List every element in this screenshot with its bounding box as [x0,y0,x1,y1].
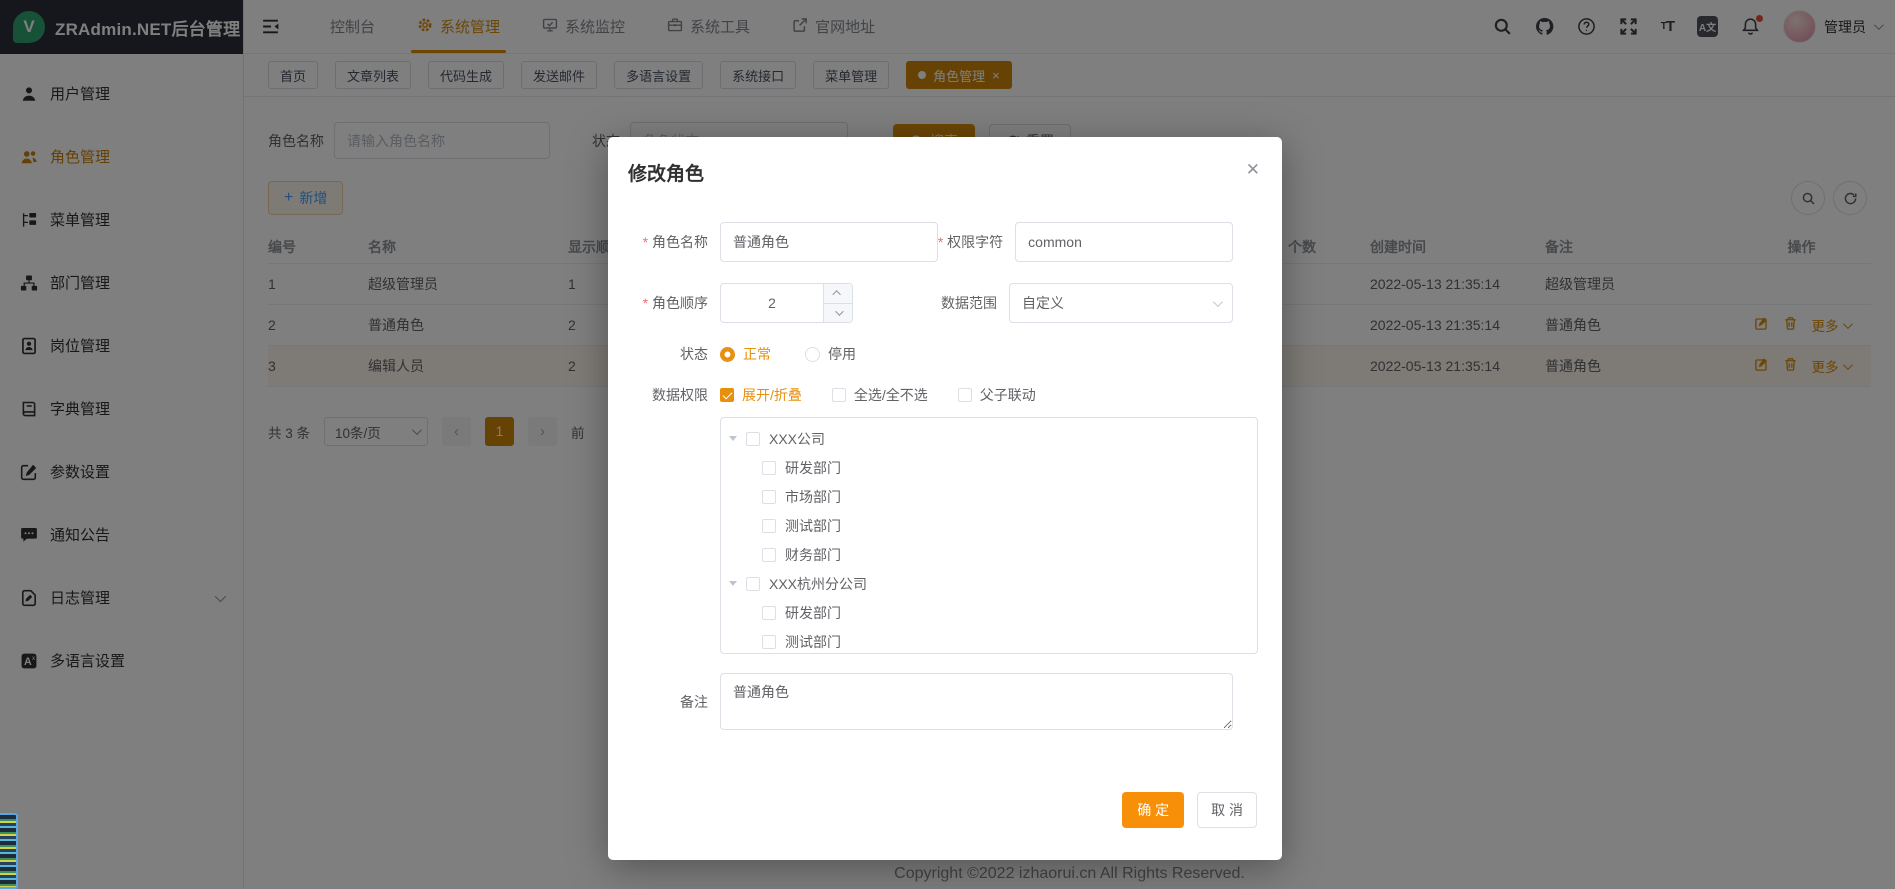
data-perm-field-label: 数据权限 [608,385,720,405]
checkbox-icon [720,388,734,402]
tree-node-parent[interactable]: XXX杭州分公司 [721,569,1257,598]
tree-node-child[interactable]: 财务部门 [721,540,1257,569]
tree-node-label: 市场部门 [785,487,841,507]
tree-node-label: 财务部门 [785,545,841,565]
checkbox-label: 父子联动 [980,385,1036,405]
dialog-footer: 确 定 取 消 [608,792,1282,828]
checkbox-icon[interactable] [762,461,776,475]
remark-field[interactable]: 普通角色 [720,673,1233,730]
perm-checkbox-1[interactable]: 展开/折叠 [720,385,802,405]
perm-checkbox-2[interactable]: 全选/全不选 [832,385,928,405]
role-key-field[interactable] [1015,222,1233,262]
checkbox-icon[interactable] [762,635,776,649]
status-field-label: 状态 [608,344,720,364]
dialog-header: 修改角色 ✕ [608,137,1282,186]
role-name-field[interactable] [720,222,938,262]
tree-node-child[interactable]: 测试部门 [721,511,1257,540]
tree-node-label: XXX杭州分公司 [769,574,867,594]
radio-label: 正常 [743,344,771,364]
checkbox-icon[interactable] [762,519,776,533]
checkbox-icon[interactable] [762,490,776,504]
close-icon[interactable]: ✕ [1246,161,1260,178]
app-root: V ZRAdmin.NET后台管理 用户管理角色管理菜单管理部门管理岗位管理字典… [0,0,1895,889]
role-sort-stepper [720,283,853,323]
dialog-body: 角色名称 权限字符 角色顺序 数据范围 自定义 [608,186,1282,730]
role-name-field-label: 角色名称 [608,232,720,252]
tree-node-child[interactable]: 市场部门 [721,482,1257,511]
checkbox-icon[interactable] [746,577,760,591]
chevron-up-icon [832,290,840,298]
checkbox-icon[interactable] [762,606,776,620]
data-scope-field-label: 数据范围 [853,293,1009,313]
status-radio-2[interactable]: 停用 [805,344,856,364]
tree-node-label: XXX公司 [769,429,825,449]
stepper-down-button[interactable] [824,304,852,323]
dialog-title: 修改角色 [628,164,704,185]
radio-label: 停用 [828,344,856,364]
role-key-field-label: 权限字符 [938,232,1015,252]
tree-node-label: 测试部门 [785,516,841,536]
edit-role-dialog: 修改角色 ✕ 角色名称 权限字符 角色顺序 数据范围 [608,137,1282,860]
radio-icon [805,347,820,362]
tree-node-child[interactable]: 研发部门 [721,598,1257,627]
data-perm-checkbox-group: 展开/折叠 全选/全不选 父子联动 [720,385,1036,405]
department-tree: XXX公司研发部门市场部门测试部门财务部门XXX杭州分公司研发部门测试部门 [720,417,1258,654]
caret-down-icon[interactable] [729,581,737,586]
data-scope-select[interactable]: 自定义 [1009,283,1233,323]
remark-field-label: 备注 [608,692,720,712]
tree-node-child[interactable]: 研发部门 [721,453,1257,482]
cancel-button[interactable]: 取 消 [1197,792,1257,828]
checkbox-label: 全选/全不选 [854,385,928,405]
confirm-button[interactable]: 确 定 [1122,792,1184,828]
chevron-down-icon [1213,297,1223,307]
checkbox-icon[interactable] [762,548,776,562]
checkbox-icon[interactable] [746,432,760,446]
stepper-up-button[interactable] [824,284,852,304]
status-radio-1[interactable]: 正常 [720,344,771,364]
role-sort-field[interactable] [721,284,823,322]
checkbox-label: 展开/折叠 [742,385,802,405]
corner-thumbnail[interactable] [0,813,18,889]
tree-node-parent[interactable]: XXX公司 [721,424,1257,453]
checkbox-icon [832,388,846,402]
caret-down-icon[interactable] [729,436,737,441]
checkbox-icon [958,388,972,402]
tree-node-label: 测试部门 [785,632,841,652]
tree-node-child[interactable]: 测试部门 [721,627,1257,654]
radio-icon [720,347,735,362]
chevron-down-icon [835,307,843,315]
status-radio-group: 正常 停用 [720,344,856,364]
perm-checkbox-3[interactable]: 父子联动 [958,385,1036,405]
tree-node-label: 研发部门 [785,458,841,478]
tree-node-label: 研发部门 [785,603,841,623]
role-sort-field-label: 角色顺序 [608,293,720,313]
